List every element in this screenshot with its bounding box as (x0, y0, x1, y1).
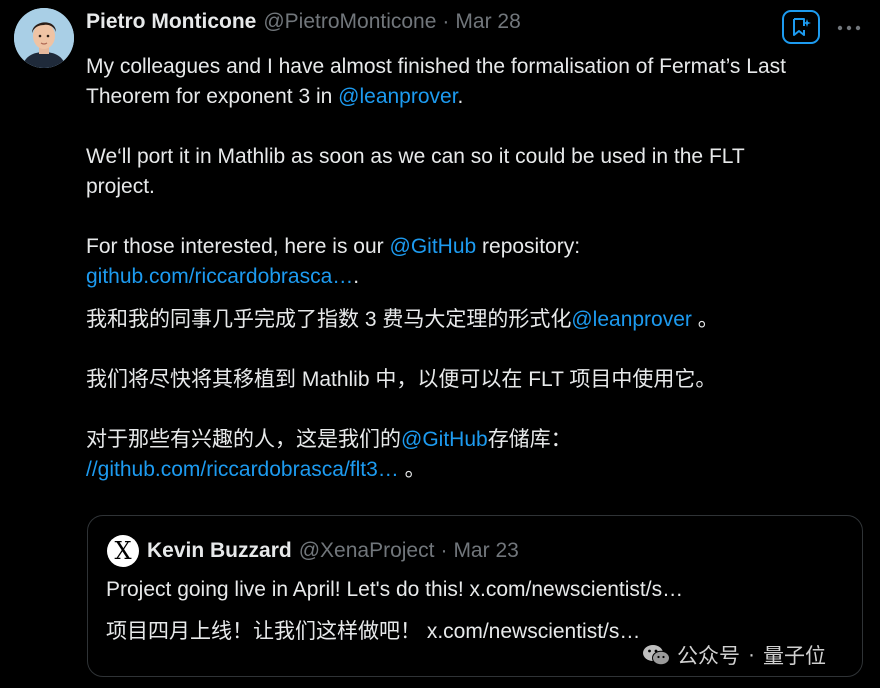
tweet-text: repository: (476, 235, 581, 258)
quoted-header-separator: · (440, 539, 448, 562)
translation-text-line: 我和我的同事几乎完成了指数 3 费马大定理的形式化@leanprover 。 (86, 305, 866, 335)
mention-link-github[interactable]: @GitHub (390, 235, 477, 258)
translation-text: 我们将尽快将其移植到 Mathlib 中，以便可以在 FLT 项目中使用它。 (86, 368, 717, 391)
translation-text: 。 (398, 458, 426, 481)
translation-text-line: //github.com/riccardobrasca/flt3… 。 (86, 455, 866, 485)
tweet-text: We‘ll port it in Mathlib as soon as we c… (86, 145, 745, 168)
wechat-icon (643, 645, 670, 666)
repository-link[interactable]: github.com/riccardobrasca… (86, 265, 353, 288)
grok-button[interactable] (782, 10, 820, 44)
translation-text: 对于那些有兴趣的人，这是我们的 (86, 428, 401, 451)
avatar-image (14, 8, 74, 68)
translation-text-line: 对于那些有兴趣的人，这是我们的@GitHub存储库： (86, 425, 866, 455)
quoted-tweet-text: Project going live in April! Let's do th… (106, 578, 684, 601)
tweet-text: For those interested, here is our (86, 235, 390, 258)
tweet-text: project. (86, 175, 155, 198)
tweet-text-line: My colleagues and I have almost finished… (86, 52, 866, 82)
watermark: 公众号 · 量子位 (641, 640, 826, 670)
tweet-text: . (353, 265, 360, 288)
tweet-text-line: project. (86, 172, 866, 202)
header-separator: · (442, 10, 450, 33)
watermark-source: 公众号 (677, 645, 740, 668)
translation-text: 我和我的同事几乎完成了指数 3 费马大定理的形式化 (86, 308, 572, 331)
tweet-text: Theorem for exponent 3 in (86, 85, 339, 108)
repository-link[interactable]: //github.com/riccardobrasca/flt3… (86, 458, 399, 481)
watermark-name: 量子位 (763, 645, 826, 668)
quoted-tweet-header: Kevin Buzzard @XenaProject · Mar 23 (147, 537, 519, 565)
author-name[interactable]: Pietro Monticone (86, 10, 256, 34)
mention-link-leanprover[interactable]: @leanprover (338, 85, 457, 108)
quoted-tweet-translation: 项目四月上线！让我们这样做吧！ x.com/newscientist/s… (106, 620, 641, 643)
author-handle[interactable]: @PietroMonticone (263, 10, 436, 34)
tweet-text-line: We‘ll port it in Mathlib as soon as we c… (86, 142, 866, 172)
mention-link-github[interactable]: @GitHub (401, 428, 488, 451)
grok-icon (793, 18, 811, 36)
tweet-text-line: Theorem for exponent 3 in @leanprover. (86, 82, 866, 112)
translation-text: 存储库： (487, 428, 572, 451)
quoted-author-avatar[interactable]: X (107, 535, 139, 567)
tweet-text: . (457, 85, 464, 108)
quoted-author-name[interactable]: Kevin Buzzard (147, 539, 292, 563)
mention-link-leanprover[interactable]: @leanprover (571, 308, 692, 331)
author-avatar[interactable] (14, 8, 74, 68)
tweet-header: Pietro Monticone @PietroMonticone · Mar … (86, 8, 521, 36)
tweet-text-line: github.com/riccardobrasca…. (86, 262, 866, 292)
quoted-author-handle[interactable]: @XenaProject (299, 539, 435, 563)
quoted-tweet-date[interactable]: Mar 23 (453, 539, 518, 563)
tweet-text: My colleagues and I have almost finished… (86, 55, 786, 78)
translation-text-line: 我们将尽快将其移植到 Mathlib 中，以便可以在 FLT 项目中使用它。 (86, 365, 866, 395)
tweet-text-line: For those interested, here is our @GitHu… (86, 232, 866, 262)
more-icon (837, 25, 861, 31)
translation-text: 。 (691, 308, 719, 331)
more-options-button[interactable] (836, 16, 862, 40)
quoted-avatar-letter: X (114, 537, 132, 565)
watermark-separator: · (748, 643, 755, 666)
tweet-date[interactable]: Mar 28 (455, 10, 520, 34)
